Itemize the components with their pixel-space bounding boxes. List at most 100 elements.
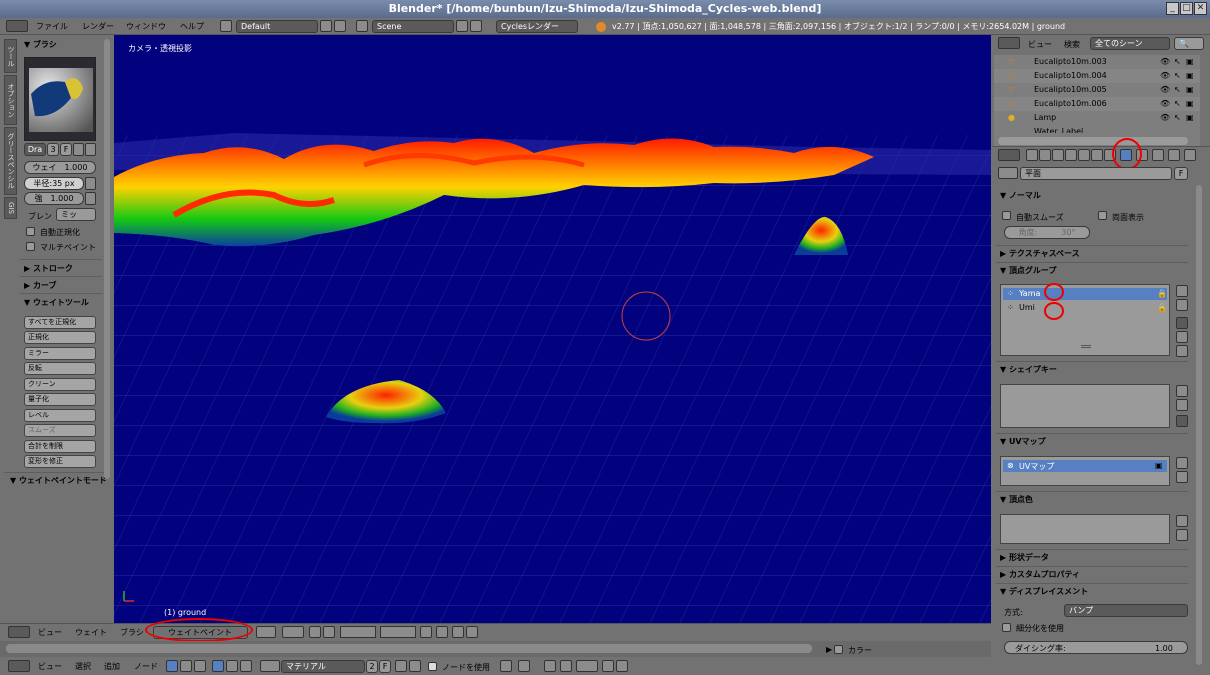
add-vertex-color-icon[interactable] [1176,515,1188,527]
mirror-button[interactable]: ミラー [24,347,96,360]
custom-properties-header[interactable]: ▶ カスタムプロパティ [1000,569,1080,580]
weight-paint-mode-header[interactable]: ▼ ウェイトペイントモード [10,475,107,486]
outliner-editor-icon[interactable] [998,37,1020,49]
screen-layout-icon[interactable] [220,20,232,32]
remove-group-icon[interactable] [1176,299,1188,311]
node-menu-view[interactable]: ビュー [38,661,62,672]
render-layer-icon[interactable] [420,626,432,638]
tab-options[interactable]: オプション [4,75,17,125]
select-arrow-icon[interactable]: ↖ [1174,55,1181,69]
properties-editor-icon[interactable] [998,149,1020,161]
screen-layout-field[interactable]: Default [236,20,318,33]
mask-vertex-icon[interactable] [323,626,335,638]
select-arrow-icon[interactable]: ↖ [1174,111,1181,125]
scene-field[interactable]: Scene [372,20,454,33]
new-brush-icon[interactable] [73,143,84,156]
scene-tab-icon[interactable] [1052,149,1064,161]
add-layout-icon[interactable] [320,20,332,32]
viewport-menu-weights[interactable]: ウェイト [75,627,107,638]
quantize-button[interactable]: 量子化 [24,393,96,406]
move-up-icon[interactable] [1176,331,1188,343]
shader-node-icon[interactable] [166,660,178,672]
outliner-menu-search[interactable]: 検索 [1064,39,1080,50]
maximize-button[interactable]: □ [1180,2,1193,15]
dicing-rate-slider[interactable]: ダイシング率: 1.00 [1004,641,1188,654]
material-users[interactable]: 2 [366,660,378,673]
double-sided-checkbox[interactable] [1098,211,1107,220]
outliner-row[interactable]: ▽ Eucalipto10m.005 👁 ↖ ▣ [994,83,1200,97]
brush-preview[interactable] [24,57,96,141]
vertex-group-row[interactable]: ⁘ Yama 🔒 [1003,288,1167,300]
select-arrow-icon[interactable]: ↖ [1174,83,1181,97]
strength-slider[interactable]: 強 1.000 [24,192,84,205]
stroke-panel-header[interactable]: ▶ ストローク [24,263,73,274]
curve-panel-header[interactable]: ▶ カーブ [24,280,56,291]
menu-window[interactable]: ウィンドウ [126,21,166,32]
brush-panel-header[interactable]: ▼ ブラシ [24,39,57,50]
select-arrow-icon[interactable]: ↖ [1174,97,1181,111]
mesh-fake-user[interactable]: F [1174,167,1188,180]
viewport-menu-brush[interactable]: ブラシ [120,627,144,638]
menu-file[interactable]: ファイル [36,21,68,32]
minimize-button[interactable]: _ [1166,2,1179,15]
menu-help[interactable]: ヘルプ [180,21,204,32]
layers-grid-1[interactable] [340,626,376,638]
uv-map-row[interactable]: ⊗ UVマップ ▣ [1003,460,1167,472]
multi-paint-checkbox[interactable] [26,242,35,251]
node-editor-icon[interactable] [8,660,30,672]
vertex-colors-header[interactable]: ▼ 頂点色 [1000,494,1033,505]
select-arrow-icon[interactable]: ↖ [1174,69,1181,83]
material-browse-icon[interactable] [260,660,280,672]
snap-target-icon[interactable] [560,660,572,672]
smooth-angle-slider[interactable]: 角度: 30° [1004,226,1090,239]
tab-grease-pencil[interactable]: グリースペンシル [4,127,17,195]
world-tab-icon[interactable] [1065,149,1077,161]
lock-icon[interactable]: 🔒 [1157,303,1167,312]
render-camera-icon[interactable]: ▣ [1186,83,1194,97]
shape-key-specials-icon[interactable] [1176,415,1188,427]
camera-render-icon[interactable] [452,626,464,638]
world-shader-icon[interactable] [226,660,238,672]
shading-icon[interactable] [256,626,276,638]
levels-button[interactable]: レベル [24,409,96,422]
list-resize-handle[interactable] [1081,345,1091,348]
node-menu-node[interactable]: ノード [134,661,158,672]
lock-icon[interactable]: 🔒 [1157,289,1167,298]
opengl-render-icon[interactable] [436,626,448,638]
visibility-eye-icon[interactable]: 👁 [1160,97,1170,111]
normalize-button[interactable]: 正規化 [24,331,96,344]
texture-tab-icon[interactable] [1152,149,1164,161]
radius-slider[interactable]: 半径:35 px [24,177,84,190]
new-material-icon[interactable] [395,660,407,672]
snap-element-icon[interactable] [576,660,598,672]
add-uv-icon[interactable] [1176,457,1188,469]
visibility-eye-icon[interactable]: 👁 [1160,55,1170,69]
outliner-display-select[interactable]: 全てのシーン [1090,37,1170,50]
outliner-search-field[interactable]: 🔍 [1174,37,1204,50]
animation-render-icon[interactable] [466,626,478,638]
snap-icon[interactable] [544,660,556,672]
mask-face-icon[interactable] [309,626,321,638]
outliner-hscrollbar[interactable] [998,137,1188,145]
tab-tools[interactable]: ツール [4,39,17,73]
outliner-row[interactable]: ● Lamp 👁 ↖ ▣ [994,111,1200,125]
backdrop-icon[interactable] [500,660,512,672]
material-fake-user[interactable]: F [379,660,391,673]
collapse-arrow-icon[interactable]: ▶ [826,645,832,654]
shape-keys-header[interactable]: ▼ シェイプキー [1000,364,1057,375]
visibility-eye-icon[interactable]: 👁 [1160,83,1170,97]
particles-tab-icon[interactable] [1168,149,1180,161]
move-down-icon[interactable] [1176,345,1188,357]
add-group-icon[interactable] [1176,285,1188,297]
auto-normalize-checkbox[interactable] [26,227,35,236]
render-camera-icon[interactable]: ▣ [1186,97,1194,111]
render-camera-icon[interactable]: ▣ [1155,461,1163,470]
mesh-name-field[interactable]: 平面 [1020,167,1172,180]
unlink-brush-icon[interactable] [85,143,96,156]
group-specials-icon[interactable] [1176,317,1188,329]
properties-scrollbar[interactable] [1196,185,1202,665]
vertex-groups-header[interactable]: ▼ 頂点グループ [1000,265,1056,276]
add-shape-key-icon[interactable] [1176,385,1188,397]
timeline-scrollbar[interactable] [6,644,812,653]
editor-type-icon[interactable] [6,20,28,32]
